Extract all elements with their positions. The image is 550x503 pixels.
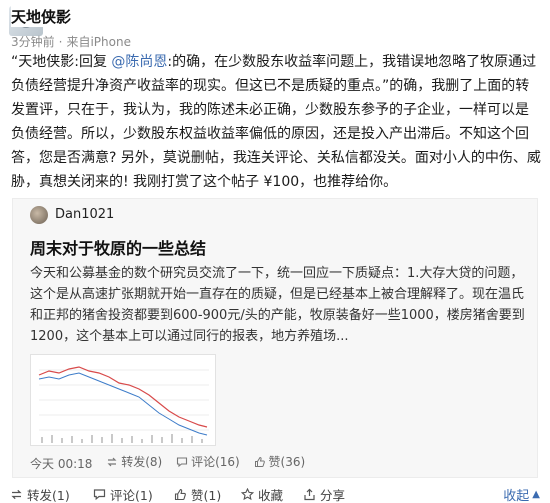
- star-icon: [241, 488, 254, 501]
- comment-button[interactable]: 评论(1): [93, 485, 153, 503]
- thumb-up-icon: [254, 456, 265, 467]
- favorite-button[interactable]: 收藏: [241, 485, 283, 503]
- mention-link[interactable]: @陈尚恩: [111, 54, 167, 70]
- post-meta: 3分钟前 · 来自iPhone: [11, 33, 131, 50]
- card-repost-stat[interactable]: 转发(8): [106, 453, 162, 470]
- like-label: 赞(1): [191, 488, 222, 503]
- repost-icon: [11, 489, 22, 500]
- card-comment-count: 评论(16): [191, 455, 240, 469]
- comment-icon: [93, 489, 106, 501]
- card-author-name[interactable]: Dan1021: [55, 207, 114, 222]
- action-bar: 转发(1) 评论(1) 赞(1) 收藏 分享 收起 ▲: [0, 482, 550, 503]
- card-thumbnail-chart[interactable]: [30, 354, 216, 446]
- favorite-label: 收藏: [258, 488, 284, 503]
- card-like-count: 赞(36): [268, 455, 306, 469]
- card-stats: 今天 00:18 转发(8) 评论(16) 赞(36): [30, 453, 315, 472]
- comment-icon: [177, 456, 188, 467]
- card-time: 今天 00:18: [30, 456, 93, 471]
- author-name[interactable]: 天地侠影: [11, 6, 76, 27]
- quoted-article-card[interactable]: Dan1021 周末对于牧原的一些总结 今天和公募基金的数个研究员交流了一下，统…: [12, 198, 538, 478]
- collapse-button[interactable]: 收起 ▲: [503, 485, 540, 503]
- comment-label: 评论(1): [110, 488, 153, 503]
- card-repost-count: 转发(8): [121, 455, 163, 469]
- card-author-avatar[interactable]: [30, 206, 48, 224]
- share-icon: [304, 488, 315, 501]
- share-button[interactable]: 分享: [303, 485, 345, 503]
- card-comment-stat[interactable]: 评论(16): [176, 453, 240, 470]
- card-excerpt: 今天和公募基金的数个研究员交流了一下，统一回应一下质疑点：1.大存大贷的问题，这…: [30, 266, 525, 344]
- post-source: 来自iPhone: [66, 35, 131, 49]
- collapse-label: 收起: [503, 489, 530, 503]
- card-time-item: 今天 00:18: [30, 455, 92, 472]
- chevron-up-icon: ▲: [532, 489, 540, 500]
- post-text: “天地侠影:回复 @陈尚恩:的确，在少数股东收益率问题上，我错误地忽略了牧原通过…: [11, 50, 541, 194]
- meta-separator: ·: [58, 35, 63, 49]
- repost-button[interactable]: 转发(1): [10, 485, 70, 503]
- repost-icon: [107, 457, 117, 466]
- post-body: :的确，在少数股东收益率问题上，我错误地忽略了牧原通过负债经营提升净资产收益率的…: [11, 54, 541, 190]
- post-prefix: “天地侠影:回复: [11, 54, 112, 70]
- thumb-up-icon: [174, 488, 186, 501]
- share-label: 分享: [320, 488, 346, 503]
- like-button[interactable]: 赞(1): [174, 485, 221, 503]
- thumbnail-chart-graphic: [31, 355, 215, 445]
- post-time: 3分钟前: [11, 35, 55, 49]
- card-like-stat[interactable]: 赞(36): [254, 453, 306, 470]
- card-title[interactable]: 周末对于牧原的一些总结: [30, 235, 206, 259]
- repost-label: 转发(1): [27, 488, 70, 503]
